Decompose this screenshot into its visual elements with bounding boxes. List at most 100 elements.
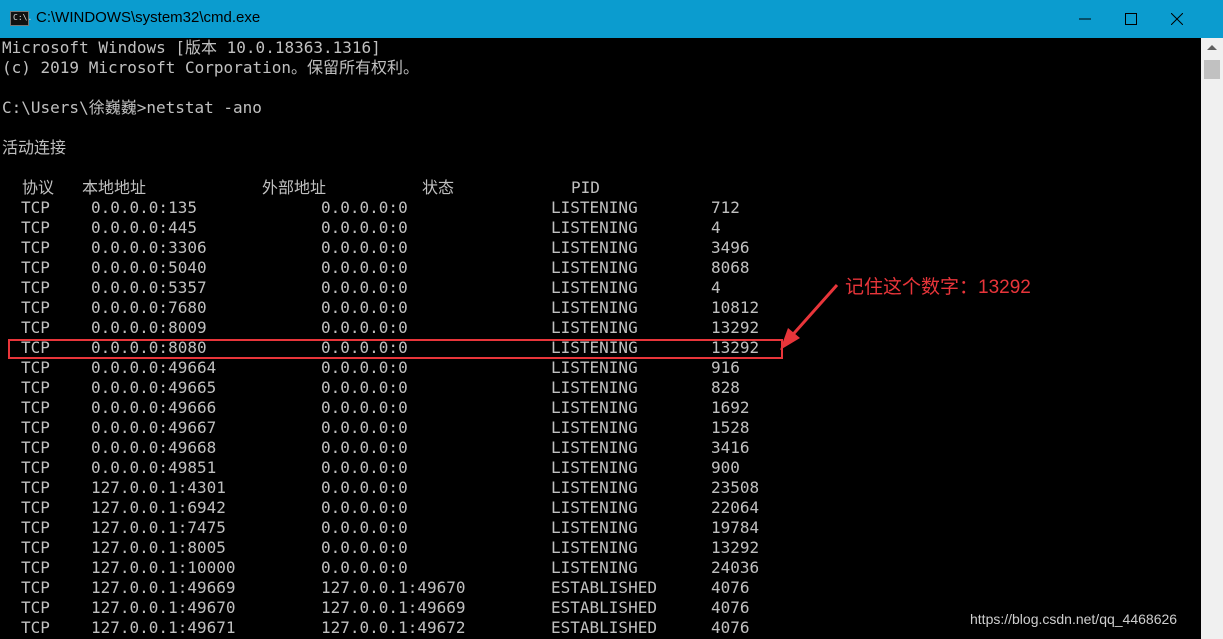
console-line-copyright: (c) 2019 Microsoft Corporation。保留所有权利。 — [2, 58, 419, 77]
cell-local: 0.0.0.0:135 — [91, 198, 197, 217]
cmd-app-icon-text: C:\. — [13, 13, 33, 22]
cell-proto: TCP — [21, 218, 50, 237]
cell-foreign: 0.0.0.0:0 — [321, 218, 408, 237]
cell-local: 0.0.0.0:49667 — [91, 418, 217, 437]
cell-local: 127.0.0.1:4301 — [91, 478, 226, 497]
cell-local: 127.0.0.1:49670 — [91, 598, 236, 617]
cell-local: 0.0.0.0:5040 — [91, 258, 207, 277]
cell-foreign: 127.0.0.1:49672 — [321, 618, 466, 637]
cell-proto: TCP — [21, 598, 50, 617]
header-local-address: 本地地址 — [82, 178, 147, 197]
cell-foreign: 0.0.0.0:0 — [321, 278, 408, 297]
cell-state: LISTENING — [551, 518, 638, 537]
cell-state: LISTENING — [551, 458, 638, 477]
cell-foreign: 0.0.0.0:0 — [321, 558, 408, 577]
cell-state: LISTENING — [551, 398, 638, 417]
cell-foreign: 0.0.0.0:0 — [321, 378, 408, 397]
cell-foreign: 0.0.0.0:0 — [321, 298, 408, 317]
title-bar[interactable]: C:\. C:\WINDOWS\system32\cmd.exe — [0, 0, 1223, 38]
cell-proto: TCP — [21, 458, 50, 477]
cell-local: 0.0.0.0:8009 — [91, 318, 207, 337]
cell-pid: 3496 — [711, 238, 750, 257]
cell-local: 127.0.0.1:10000 — [91, 558, 236, 577]
watermark: https://blog.csdn.net/qq_4468626 — [970, 611, 1178, 627]
cell-foreign: 0.0.0.0:0 — [321, 418, 408, 437]
cell-state: LISTENING — [551, 218, 638, 237]
cell-foreign: 0.0.0.0:0 — [321, 258, 408, 277]
header-pid: PID — [571, 178, 600, 197]
cell-proto: TCP — [21, 558, 50, 577]
console-line-command: C:\Users\徐巍巍>netstat -ano — [2, 98, 262, 117]
cell-pid: 8068 — [711, 258, 750, 277]
cell-state: LISTENING — [551, 278, 638, 297]
maximize-button[interactable] — [1108, 0, 1154, 38]
cell-pid: 4076 — [711, 578, 750, 597]
cell-state: LISTENING — [551, 258, 638, 277]
cell-state: LISTENING — [551, 318, 638, 337]
cell-pid: 1692 — [711, 398, 750, 417]
cell-state: ESTABLISHED — [551, 598, 657, 617]
cell-proto: TCP — [21, 418, 50, 437]
cell-proto: TCP — [21, 578, 50, 597]
cell-pid: 22064 — [711, 498, 760, 517]
cell-pid: 23508 — [711, 478, 760, 497]
cell-proto: TCP — [21, 278, 50, 297]
annotation-label: 记住这个数字：13292 — [845, 277, 1031, 298]
cell-local: 0.0.0.0:49668 — [91, 438, 217, 457]
cell-state: LISTENING — [551, 498, 638, 517]
cell-proto: TCP — [21, 238, 50, 257]
cell-local: 127.0.0.1:49669 — [91, 578, 236, 597]
cell-foreign: 0.0.0.0:0 — [321, 518, 408, 537]
cell-pid: 3416 — [711, 438, 750, 457]
scroll-up-arrow-icon[interactable] — [1207, 45, 1217, 50]
window-title: C:\WINDOWS\system32\cmd.exe — [36, 9, 261, 26]
cell-pid: 4076 — [711, 598, 750, 617]
cell-proto: TCP — [21, 318, 50, 337]
cell-foreign: 0.0.0.0:0 — [321, 538, 408, 557]
cell-local: 0.0.0.0:5357 — [91, 278, 207, 297]
cell-foreign: 0.0.0.0:0 — [321, 498, 408, 517]
minimize-button[interactable] — [1062, 0, 1108, 38]
cell-local: 127.0.0.1:7475 — [91, 518, 226, 537]
cell-proto: TCP — [21, 398, 50, 417]
cell-foreign: 0.0.0.0:0 — [321, 198, 408, 217]
cell-proto: TCP — [21, 198, 50, 217]
cell-foreign: 0.0.0.0:0 — [321, 398, 408, 417]
cell-state: ESTABLISHED — [551, 618, 657, 637]
cell-state: LISTENING — [551, 478, 638, 497]
cell-local: 0.0.0.0:7680 — [91, 298, 207, 317]
cell-state: LISTENING — [551, 438, 638, 457]
scrollbar-thumb[interactable] — [1204, 60, 1220, 79]
header-proto: 协议 — [22, 178, 55, 197]
cell-proto: TCP — [21, 518, 50, 537]
cell-local: 0.0.0.0:49664 — [91, 358, 217, 377]
header-state: 状态 — [422, 178, 455, 197]
cell-state: LISTENING — [551, 358, 638, 377]
cell-local: 127.0.0.1:8005 — [91, 538, 226, 557]
cell-local: 0.0.0.0:3306 — [91, 238, 207, 257]
cell-pid: 13292 — [711, 538, 760, 557]
minimize-icon — [1079, 18, 1091, 20]
close-icon — [1171, 13, 1183, 25]
cell-proto: TCP — [21, 438, 50, 457]
cell-foreign: 0.0.0.0:0 — [321, 358, 408, 377]
cell-foreign: 0.0.0.0:0 — [321, 478, 408, 497]
cell-state: LISTENING — [551, 238, 638, 257]
cell-state: ESTABLISHED — [551, 578, 657, 597]
highlight-box-pid-row — [8, 339, 783, 359]
cell-proto: TCP — [21, 258, 50, 277]
cmd-app-icon[interactable]: C:\. — [10, 11, 33, 26]
cell-foreign: 0.0.0.0:0 — [321, 318, 408, 337]
cell-proto: TCP — [21, 538, 50, 557]
cell-pid: 4 — [711, 278, 721, 297]
cell-state: LISTENING — [551, 418, 638, 437]
cell-proto: TCP — [21, 618, 50, 637]
cell-foreign: 0.0.0.0:0 — [321, 238, 408, 257]
cell-local: 0.0.0.0:49666 — [91, 398, 217, 417]
cell-local: 127.0.0.1:49671 — [91, 618, 236, 637]
close-button[interactable] — [1154, 0, 1200, 38]
vertical-scrollbar[interactable] — [1201, 38, 1223, 639]
cell-proto: TCP — [21, 478, 50, 497]
cell-pid: 4 — [711, 218, 721, 237]
cell-proto: TCP — [21, 298, 50, 317]
